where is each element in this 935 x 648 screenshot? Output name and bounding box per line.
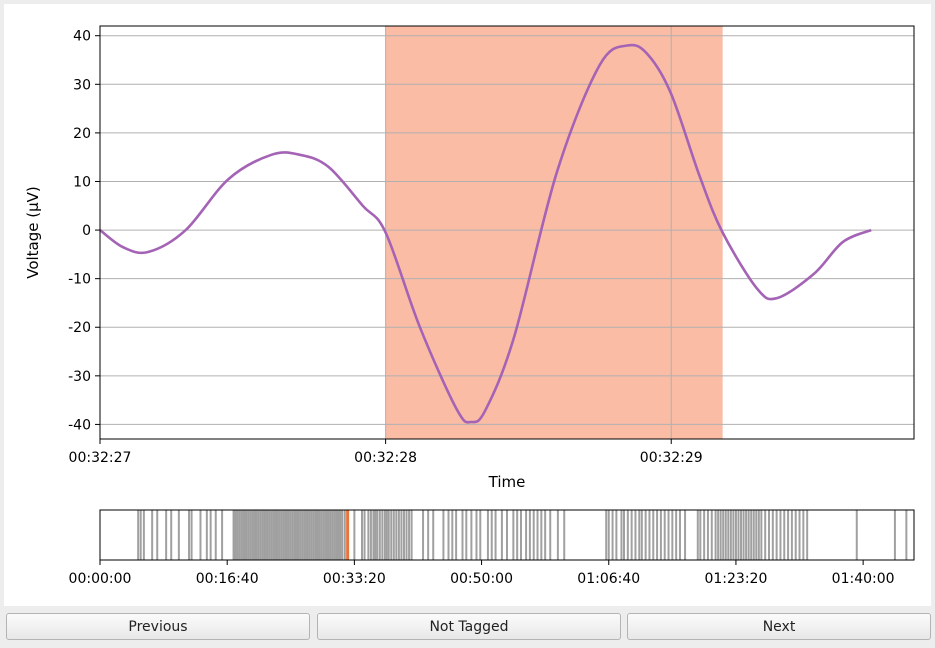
chart-canvas: 00:32:27 00:32:28 00:32:29 40 30 20 10 0 -10 -20 -…	[24, 25, 915, 587]
overview-x-tick-label: 01:06:40	[577, 571, 640, 587]
not-tagged-button[interactable]: Not Tagged	[317, 613, 621, 640]
overview-x-tick-label: 00:16:40	[196, 571, 259, 587]
voltage-chart: 00:32:27 00:32:28 00:32:29 40 30 20 10 0 -10 -20 -…	[24, 25, 915, 491]
y-tick-label: -40	[68, 417, 91, 433]
y-axis-label: Voltage (μV)	[24, 186, 42, 279]
overview-x-tick-label: 00:33:20	[323, 571, 386, 587]
highlight-region	[385, 26, 723, 439]
overview-x-tick-label: 00:00:00	[69, 571, 132, 587]
previous-button[interactable]: Previous	[6, 613, 310, 640]
y-tick-label: 20	[73, 126, 91, 142]
overview-x-tick-label: 01:23:20	[704, 571, 767, 587]
x-tick-label: 00:32:29	[640, 450, 703, 466]
overview-x-tick-label: 01:40:00	[832, 571, 895, 587]
y-tick-label: 10	[73, 174, 91, 190]
y-tick-label: -30	[68, 369, 91, 385]
y-tick-label: -20	[68, 320, 91, 336]
event-overview-chart[interactable]: 00:00:00 00:16:40 00:33:20 00:50:00 01:06:40…	[69, 509, 915, 587]
x-axis-label: Time	[488, 473, 526, 491]
next-button[interactable]: Next	[627, 613, 931, 640]
plot-panel: 00:32:27 00:32:28 00:32:29 40 30 20 10 0 -10 -20 -…	[4, 4, 931, 606]
y-tick-label: 30	[73, 77, 91, 93]
y-tick-label: 0	[82, 223, 91, 239]
x-tick-label: 00:32:28	[354, 450, 417, 466]
y-tick-label: 40	[73, 29, 91, 45]
x-tick-label: 00:32:27	[69, 450, 132, 466]
y-tick-label: -10	[68, 272, 91, 288]
overview-x-tick-label: 00:50:00	[450, 571, 513, 587]
